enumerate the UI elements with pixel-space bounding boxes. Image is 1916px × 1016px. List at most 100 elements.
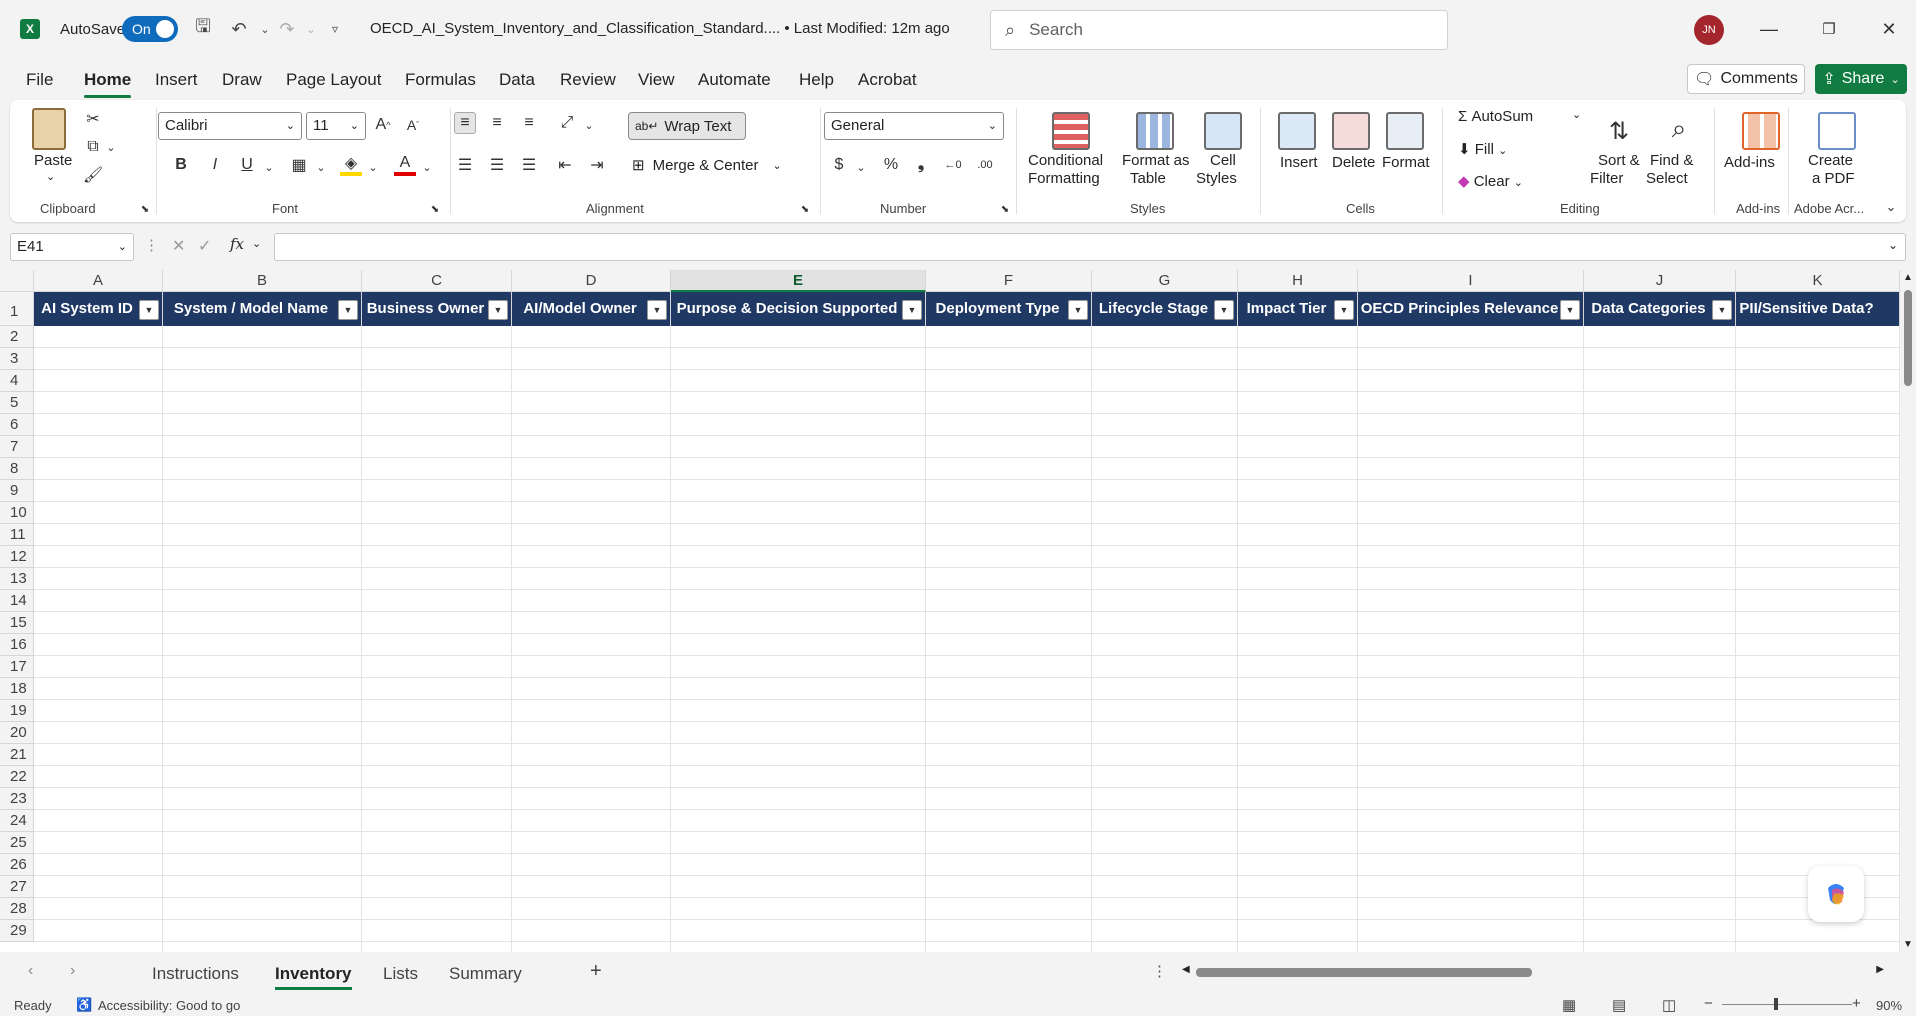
row-header[interactable]: 4 [0, 370, 34, 392]
expand-formula-icon[interactable]: ⌄ [1888, 238, 1898, 252]
currency-dropdown-icon[interactable]: ⌄ [850, 156, 872, 178]
borders-dropdown-icon[interactable]: ⌄ [310, 156, 332, 178]
filter-dropdown-icon[interactable]: ▼ [647, 300, 667, 320]
row-header[interactable]: 20 [0, 722, 34, 744]
merge-center-button[interactable]: ⊞ Merge & Center ⌄ [632, 152, 808, 178]
filter-dropdown-icon[interactable]: ▼ [1560, 300, 1580, 320]
alignment-launcher-icon[interactable]: ⬊ [794, 198, 816, 220]
top-align-icon[interactable]: ≡ [454, 112, 476, 134]
column-header-f[interactable]: F [926, 270, 1092, 292]
paste-icon[interactable] [32, 108, 66, 150]
row-header[interactable]: 18 [0, 678, 34, 700]
tab-file[interactable]: File [26, 70, 53, 90]
find-select-label-2[interactable]: Select [1646, 170, 1688, 187]
zoom-out-icon[interactable]: − [1704, 995, 1713, 1012]
font-name-select[interactable]: Calibri ⌄ [158, 112, 302, 140]
enter-icon[interactable]: ✓ [198, 236, 211, 256]
tab-draw[interactable]: Draw [222, 70, 262, 90]
addins-icon[interactable] [1742, 112, 1780, 150]
column-header-h[interactable]: H [1238, 270, 1358, 292]
function-dropdown-icon[interactable]: ⌄ [252, 237, 261, 250]
orientation-dropdown-icon[interactable]: ⌄ [578, 114, 600, 136]
vertical-scroll-thumb[interactable] [1904, 290, 1912, 386]
cancel-icon[interactable]: ✕ [172, 236, 185, 256]
select-all-corner[interactable] [0, 270, 34, 292]
row-header[interactable]: 14 [0, 590, 34, 612]
customize-qat-icon[interactable]: ▿ [322, 16, 348, 42]
cell-styles-icon[interactable] [1204, 112, 1242, 150]
wrap-text-button[interactable]: ab↵ Wrap Text [628, 112, 746, 140]
row-header[interactable]: 15 [0, 612, 34, 634]
decrease-decimal-icon[interactable]: .00 [974, 154, 996, 176]
restore-icon[interactable]: ❐ [1814, 14, 1844, 44]
sort-filter-label[interactable]: Sort & [1598, 152, 1640, 169]
decrease-indent-icon[interactable]: ⇤ [554, 154, 576, 176]
redo-dropdown-icon[interactable]: ⌄ [298, 16, 324, 42]
scroll-up-icon[interactable]: ▲ [1903, 272, 1913, 283]
row-header[interactable]: 19 [0, 700, 34, 722]
spreadsheet-grid[interactable]: A AI System ID ▼ B System / Model Name ▼ C Busi… [0, 270, 1900, 952]
scroll-right-icon[interactable]: ▶ [1876, 964, 1884, 975]
avatar[interactable]: JN [1694, 15, 1724, 45]
align-center-icon[interactable]: ☰ [486, 154, 508, 176]
cell-styles-label[interactable]: Cell [1210, 152, 1236, 169]
align-right-icon[interactable]: ☰ [518, 154, 540, 176]
autosave-toggle[interactable]: On [122, 16, 178, 42]
sheet-tab-instructions[interactable]: Instructions [152, 964, 239, 984]
name-box[interactable]: E41 ⌄ [10, 233, 134, 261]
close-icon[interactable]: ✕ [1874, 14, 1904, 44]
borders-icon[interactable]: ▦ [288, 154, 310, 176]
sheet-tab-summary[interactable]: Summary [449, 964, 522, 984]
row-header[interactable]: 29 [0, 920, 34, 942]
page-layout-view-icon[interactable]: ▤ [1612, 996, 1626, 1014]
autosum-button[interactable]: Σ AutoSum [1458, 108, 1533, 125]
vertical-scrollbar[interactable]: ▲ ▼ [1900, 270, 1916, 952]
search-box[interactable]: ⌕ Search [990, 10, 1448, 50]
insert-cells-icon[interactable] [1278, 112, 1316, 150]
row-header[interactable]: 17 [0, 656, 34, 678]
sheet-tab-inventory[interactable]: Inventory [275, 964, 352, 990]
fill-color-icon[interactable]: ◈ [340, 154, 362, 176]
zoom-in-icon[interactable]: + [1852, 995, 1861, 1012]
format-cells-icon[interactable] [1386, 112, 1424, 150]
format-as-table-icon[interactable] [1136, 112, 1174, 150]
redo-icon[interactable]: ↷ [274, 16, 300, 42]
sort-filter-icon[interactable]: ⇅ [1600, 112, 1638, 150]
delete-cells-label[interactable]: Delete [1332, 154, 1375, 171]
create-pdf-icon[interactable] [1818, 112, 1856, 150]
increase-font-icon[interactable]: A ^ [372, 114, 394, 136]
tab-review[interactable]: Review [560, 70, 616, 90]
row-header[interactable]: 21 [0, 744, 34, 766]
row-header[interactable]: 25 [0, 832, 34, 854]
number-format-select[interactable]: General ⌄ [824, 112, 1004, 140]
create-pdf-label[interactable]: Create [1808, 152, 1853, 169]
delete-cells-icon[interactable] [1332, 112, 1370, 150]
align-left-icon[interactable]: ☰ [454, 154, 476, 176]
column-header-e[interactable]: E [671, 270, 926, 292]
column-header-k[interactable]: K [1736, 270, 1900, 292]
column-header-i[interactable]: I [1358, 270, 1584, 292]
cut-icon[interactable]: ✂ [82, 108, 104, 130]
save-icon[interactable]: 🖫 [190, 16, 216, 42]
zoom-level[interactable]: 90% [1876, 998, 1902, 1013]
zoom-slider[interactable] [1722, 1004, 1852, 1005]
insert-cells-label[interactable]: Insert [1280, 154, 1318, 171]
row-header[interactable]: 9 [0, 480, 34, 502]
sheet-options-icon[interactable]: ⋮ [1152, 962, 1167, 980]
fill-button[interactable]: ⬇ Fill ⌄ [1458, 140, 1507, 158]
tab-formulas[interactable]: Formulas [405, 70, 476, 90]
row-header[interactable]: 26 [0, 854, 34, 876]
conditional-formatting-icon[interactable] [1052, 112, 1090, 150]
page-break-view-icon[interactable]: ◫ [1662, 996, 1676, 1014]
filter-dropdown-icon[interactable]: ▼ [139, 300, 159, 320]
middle-align-icon[interactable]: ≡ [486, 112, 508, 134]
row-header[interactable]: 23 [0, 788, 34, 810]
font-color-icon[interactable]: A [394, 154, 416, 176]
horizontal-scrollbar[interactable]: ◀ ▶ [1182, 964, 1884, 977]
filter-dropdown-icon[interactable]: ▼ [488, 300, 508, 320]
scroll-down-icon[interactable]: ▼ [1903, 939, 1913, 950]
cell-styles-label-2[interactable]: Styles [1196, 170, 1237, 187]
italic-icon[interactable]: I [204, 154, 226, 176]
paste-dropdown-icon[interactable]: ⌄ [46, 170, 55, 183]
tab-acrobat[interactable]: Acrobat [858, 70, 917, 90]
